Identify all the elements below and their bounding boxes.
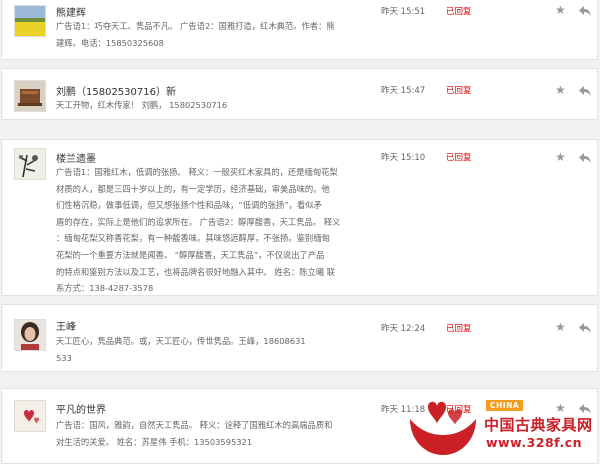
avatar[interactable]	[14, 319, 46, 351]
message-line: 花梨的一个重要方法就是闻香。 “醇厚馥香，天工隽品”，不仅说出了产品	[56, 249, 325, 260]
logo-title: 中国古典家具网	[484, 416, 593, 434]
message-line: 533	[56, 352, 72, 363]
message-line: 广告语1：国雅红木，低调的张扬。 释义：一般买红木家具的，还是缅甸花梨	[56, 167, 338, 177]
message-card: 刘鹏（15802530716）新 天工开物，红木传家！ 刘鹏， 15802530…	[1, 68, 598, 120]
star-icon[interactable]: ★	[555, 151, 566, 163]
logo-mark-icon	[410, 401, 476, 455]
avatar[interactable]	[14, 80, 46, 112]
replied-status: 已回复	[446, 153, 472, 163]
reply-arrow-icon[interactable]	[578, 5, 592, 17]
replied-status: 已回复	[446, 324, 472, 334]
message-text: 天工匠心，隽品典范。或，天工匠心，传世隽品。王峰，18608631 533	[56, 333, 356, 366]
sender-name[interactable]: 王峰	[56, 318, 76, 333]
star-icon[interactable]: ★	[555, 321, 566, 333]
reply-arrow-icon[interactable]	[578, 322, 592, 334]
message-line: 建辉。电话：15850325608	[56, 37, 164, 48]
timestamp: 昨天 15:47	[381, 86, 426, 96]
message-line: 广告语：国风，雅韵，自然天工隽品。 释义：诠释了国雅红木的高端品质和	[56, 420, 333, 430]
timestamp: 昨天 12:24	[381, 324, 426, 334]
avatar[interactable]	[14, 400, 46, 432]
message-line: 广告语1：巧夺天工、隽品不凡。 广告语2：国雅打造，红木典范。作者：熊	[56, 21, 335, 31]
message-text: 广告语1：国雅红木，低调的张扬。 释义：一般买红木家具的，还是缅甸花梨 材质的人…	[56, 164, 356, 297]
hearts-avatar	[15, 401, 45, 431]
yellow-field-avatar	[15, 6, 45, 36]
timestamp: 昨天 15:10	[381, 153, 426, 163]
message-text: 天工开物，红木传家！ 刘鹏， 15802530716	[56, 97, 356, 114]
reply-arrow-icon[interactable]	[578, 85, 592, 97]
sender-name[interactable]: 楼兰遗墨	[56, 150, 96, 165]
star-icon[interactable]: ★	[555, 84, 566, 96]
replied-status: 已回复	[446, 86, 472, 96]
ink-plant-avatar	[15, 149, 45, 179]
china-badge: CHINA	[486, 400, 524, 411]
message-line: 系方式：138-4287-3578	[56, 283, 154, 294]
furniture-avatar	[15, 81, 45, 111]
message-line: 材质的人，都是三四十岁以上的，有一定学历，经济基础，审美品味的。他	[56, 183, 330, 194]
sender-name[interactable]: 刘鹏（15802530716）新	[56, 83, 176, 98]
message-card: 王峰 天工匠心，隽品典范。或，天工匠心，传世隽品。王峰，18608631 533…	[1, 304, 598, 372]
message-line: 天工开物，红木传家！ 刘鹏， 15802530716	[56, 100, 228, 110]
message-line: ：缅甸花梨又称香花梨，有一种馥香味。其味悠远醇厚，不张扬。鉴别缅甸	[56, 233, 330, 244]
avatar[interactable]	[14, 148, 46, 180]
star-icon[interactable]: ★	[555, 4, 566, 16]
message-card: 熊建辉 广告语1：巧夺天工、隽品不凡。 广告语2：国雅打造，红木典范。作者：熊 …	[1, 0, 598, 60]
message-line: 们性格沉稳，做事低调，但又想张扬个性和品味，“低调的张扬”，看似矛	[56, 200, 322, 211]
message-line: 的特点和鉴别方法以及工艺，也将品牌名很好地融入其中。 姓名：陈立曦 联	[56, 266, 336, 277]
message-line: 对生活的关爱。 姓名：苏星伟 手机：13503595321	[56, 436, 253, 447]
message-card: 楼兰遗墨 广告语1：国雅红木，低调的张扬。 释义：一般买红木家具的，还是缅甸花梨…	[1, 139, 598, 296]
sender-name[interactable]: 熊建辉	[56, 4, 86, 19]
avatar[interactable]	[14, 5, 46, 37]
replied-status: 已回复	[446, 7, 472, 17]
reply-arrow-icon[interactable]	[578, 152, 592, 164]
message-line: 盾的存在，实际上是他们的追求所在。 广告语2：醇厚馥香，天工隽品。 释义	[56, 216, 341, 227]
woman-portrait-avatar	[15, 320, 45, 350]
message-line: 天工匠心，隽品典范。或，天工匠心，传世隽品。王峰，18608631	[56, 336, 306, 346]
logo-url: www.328f.cn	[486, 435, 582, 450]
sender-name[interactable]: 平凡的世界	[56, 401, 106, 416]
site-watermark-logo: CHINA 中国古典家具网 www.328f.cn	[400, 397, 600, 460]
message-text: 广告语1：巧夺天工、隽品不凡。 广告语2：国雅打造，红木典范。作者：熊 建辉。电…	[56, 18, 356, 51]
message-text: 广告语：国风，雅韵，自然天工隽品。 释义：诠释了国雅红木的高端品质和 对生活的关…	[56, 417, 356, 450]
timestamp: 昨天 15:51	[381, 7, 426, 17]
